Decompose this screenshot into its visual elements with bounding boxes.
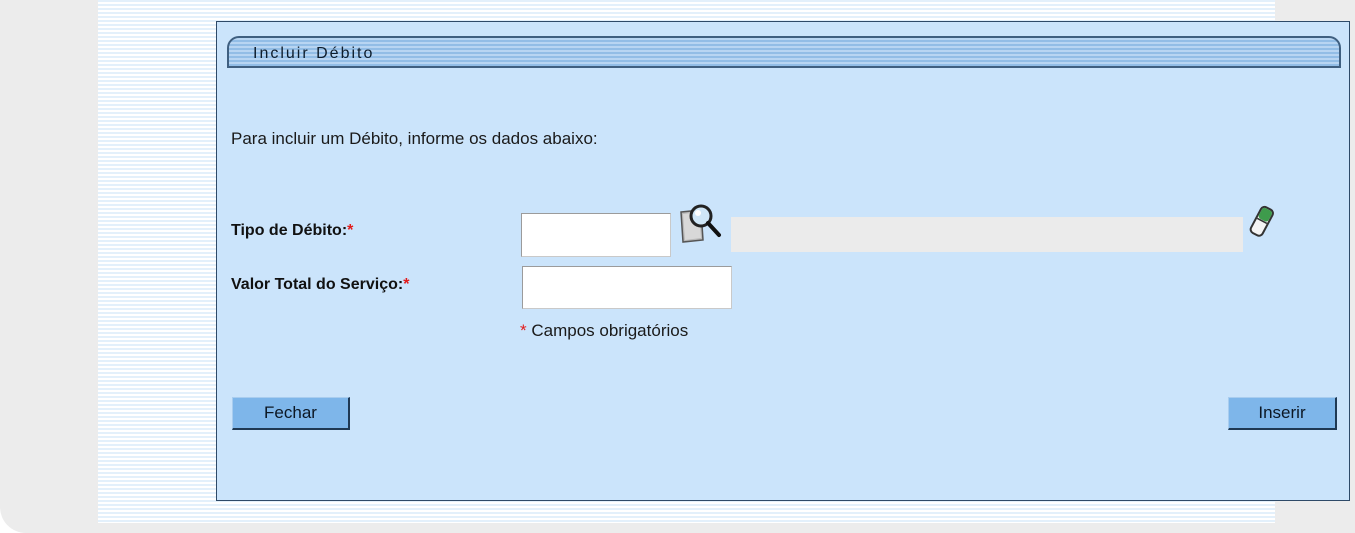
tipo-debito-code-input[interactable] bbox=[521, 213, 671, 257]
insert-button[interactable]: Inserir bbox=[1228, 397, 1337, 430]
close-button[interactable]: Fechar bbox=[232, 397, 350, 430]
intro-text: Para incluir um Débito, informe os dados… bbox=[231, 129, 598, 148]
required-note-text: Campos obrigatórios bbox=[531, 321, 689, 340]
striped-frame: Incluir Débito Para incluir um Débito, i… bbox=[98, 0, 1350, 523]
panel-header: Incluir Débito bbox=[227, 36, 1341, 68]
required-mark: * bbox=[403, 276, 410, 293]
eraser-icon[interactable] bbox=[1248, 204, 1276, 245]
valor-total-label: Valor Total do Serviço:* bbox=[231, 276, 409, 294]
required-fields-note: * Campos obrigatórios bbox=[520, 321, 688, 341]
tipo-debito-label: Tipo de Débito:* bbox=[231, 222, 353, 240]
required-mark: * bbox=[347, 222, 354, 239]
panel-title: Incluir Débito bbox=[253, 45, 375, 62]
form-panel: Incluir Débito Para incluir um Débito, i… bbox=[216, 21, 1350, 501]
magnifier-document-icon[interactable] bbox=[677, 202, 727, 249]
tipo-debito-description-field bbox=[731, 217, 1243, 252]
page-background: Incluir Débito Para incluir um Débito, i… bbox=[0, 0, 1355, 533]
valor-total-label-text: Valor Total do Serviço: bbox=[231, 276, 404, 293]
tipo-debito-label-text: Tipo de Débito: bbox=[231, 222, 348, 239]
valor-total-input[interactable] bbox=[522, 266, 732, 309]
required-note-mark: * bbox=[520, 321, 527, 340]
